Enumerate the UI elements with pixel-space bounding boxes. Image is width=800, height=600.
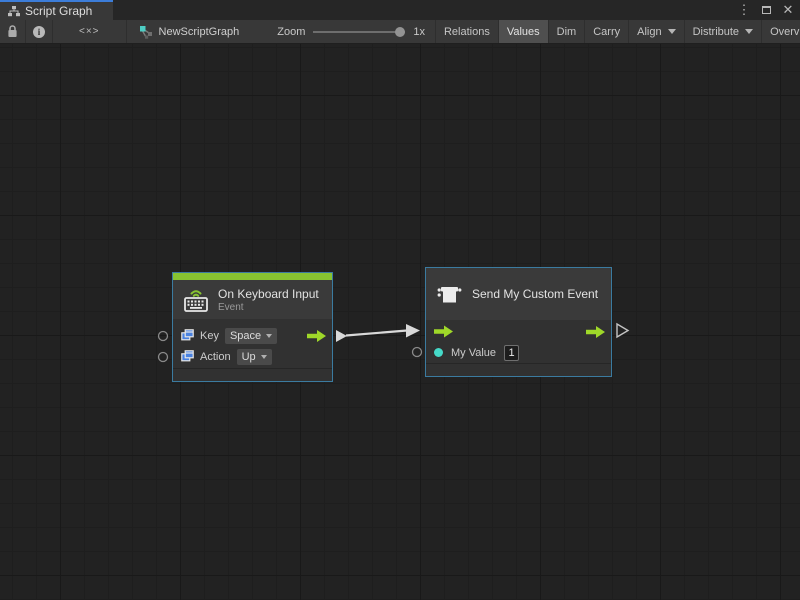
key-dropdown-value: Space [230, 330, 261, 342]
distribute-label: Distribute [693, 26, 739, 38]
kebab-menu-icon[interactable]: ⋮ [736, 2, 752, 18]
my-value-input[interactable]: 1 [504, 345, 519, 361]
port-row-action[interactable]: Action Up [173, 346, 332, 367]
relations-button[interactable]: Relations [435, 20, 499, 43]
tab-bar: Script Graph ⋮ ✕ [0, 0, 800, 20]
output-flow-port-triangle[interactable] [617, 324, 628, 337]
graph-name-label: NewScriptGraph [159, 26, 240, 38]
zoom-control: Zoom 1x [249, 20, 435, 43]
wire-end-arrow[interactable] [406, 324, 420, 338]
code-view-button[interactable]: <×> [53, 20, 127, 43]
zoom-label: Zoom [277, 26, 305, 38]
code-icon: <×> [61, 26, 118, 37]
overview-button[interactable]: Overview [762, 20, 800, 43]
graph-canvas[interactable]: On Keyboard Input Event Key Spac [0, 44, 800, 600]
node-subtitle: Event [218, 302, 319, 313]
values-label: Values [507, 26, 540, 38]
carry-label: Carry [593, 26, 620, 38]
flow-row[interactable] [426, 321, 611, 342]
port-circle-action[interactable] [159, 353, 168, 362]
chevron-down-icon [266, 334, 272, 338]
action-dropdown-value: Up [242, 351, 256, 363]
custom-event-icon [436, 281, 463, 308]
action-dropdown[interactable]: Up [237, 349, 272, 365]
tab-label: Script Graph [25, 4, 92, 18]
distribute-button[interactable]: Distribute [685, 20, 762, 43]
script-graph-window: Script Graph ⋮ ✕ i <×> [0, 0, 800, 600]
values-button[interactable]: Values [499, 20, 549, 43]
connections-overlay [0, 44, 800, 600]
maximize-icon[interactable] [758, 2, 774, 18]
graph-tree-icon [8, 6, 20, 17]
node-header[interactable]: Send My Custom Event [426, 268, 611, 320]
key-port-label: Key [200, 330, 219, 342]
window-controls: ⋮ ✕ [736, 0, 796, 20]
chevron-down-icon [745, 29, 753, 34]
lock-button[interactable] [0, 20, 26, 43]
dim-label: Dim [557, 26, 577, 38]
node-footer [173, 368, 332, 381]
value-port-dot[interactable] [434, 348, 443, 357]
unit-window-icon [181, 329, 194, 342]
port-circle-my-value[interactable] [413, 348, 422, 357]
flow-input-arrow[interactable] [434, 325, 454, 338]
relations-label: Relations [444, 26, 490, 38]
flow-output-arrow[interactable] [307, 329, 327, 342]
overview-label: Overview [770, 26, 800, 38]
chevron-down-icon [668, 29, 676, 34]
tab-script-graph[interactable]: Script Graph [0, 0, 113, 20]
node-body: My Value 1 [426, 320, 611, 363]
node-header[interactable]: On Keyboard Input Event [173, 280, 332, 319]
node-body: Key Space [173, 319, 332, 367]
keyboard-icon [183, 286, 209, 313]
flow-output-arrow[interactable] [586, 325, 606, 338]
node-on-keyboard-input[interactable]: On Keyboard Input Event Key Spac [172, 272, 333, 382]
node-send-my-custom-event[interactable]: Send My Custom Event [425, 267, 612, 377]
zoom-slider-knob[interactable] [395, 27, 405, 37]
port-circle-key[interactable] [159, 332, 168, 341]
node-title: On Keyboard Input [218, 287, 319, 301]
info-icon: i [33, 26, 45, 38]
script-graph-asset-icon [139, 25, 153, 39]
graph-toolbar: i <×> NewScriptGraph Zoom 1x [0, 20, 800, 44]
node-title: Send My Custom Event [472, 287, 598, 301]
port-row-key[interactable]: Key Space [173, 325, 332, 346]
close-icon[interactable]: ✕ [780, 2, 796, 18]
graph-reference[interactable]: NewScriptGraph [127, 20, 250, 43]
action-port-label: Action [200, 351, 231, 363]
lock-icon [7, 25, 18, 38]
my-value-label: My Value [451, 347, 496, 359]
align-label: Align [637, 26, 661, 38]
zoom-value: 1x [413, 26, 425, 38]
info-button[interactable]: i [26, 20, 53, 43]
event-green-bar [173, 273, 332, 280]
chevron-down-icon [261, 355, 267, 359]
zoom-slider[interactable] [313, 27, 405, 37]
dim-button[interactable]: Dim [549, 20, 586, 43]
port-row-my-value[interactable]: My Value 1 [426, 342, 611, 363]
zoom-slider-track[interactable] [313, 31, 405, 33]
unit-window-icon [181, 350, 194, 363]
wire[interactable] [346, 331, 407, 336]
align-button[interactable]: Align [629, 20, 684, 43]
wire-start-arrow[interactable] [336, 330, 347, 342]
carry-button[interactable]: Carry [585, 20, 629, 43]
key-dropdown[interactable]: Space [225, 328, 277, 344]
node-footer [426, 363, 611, 376]
